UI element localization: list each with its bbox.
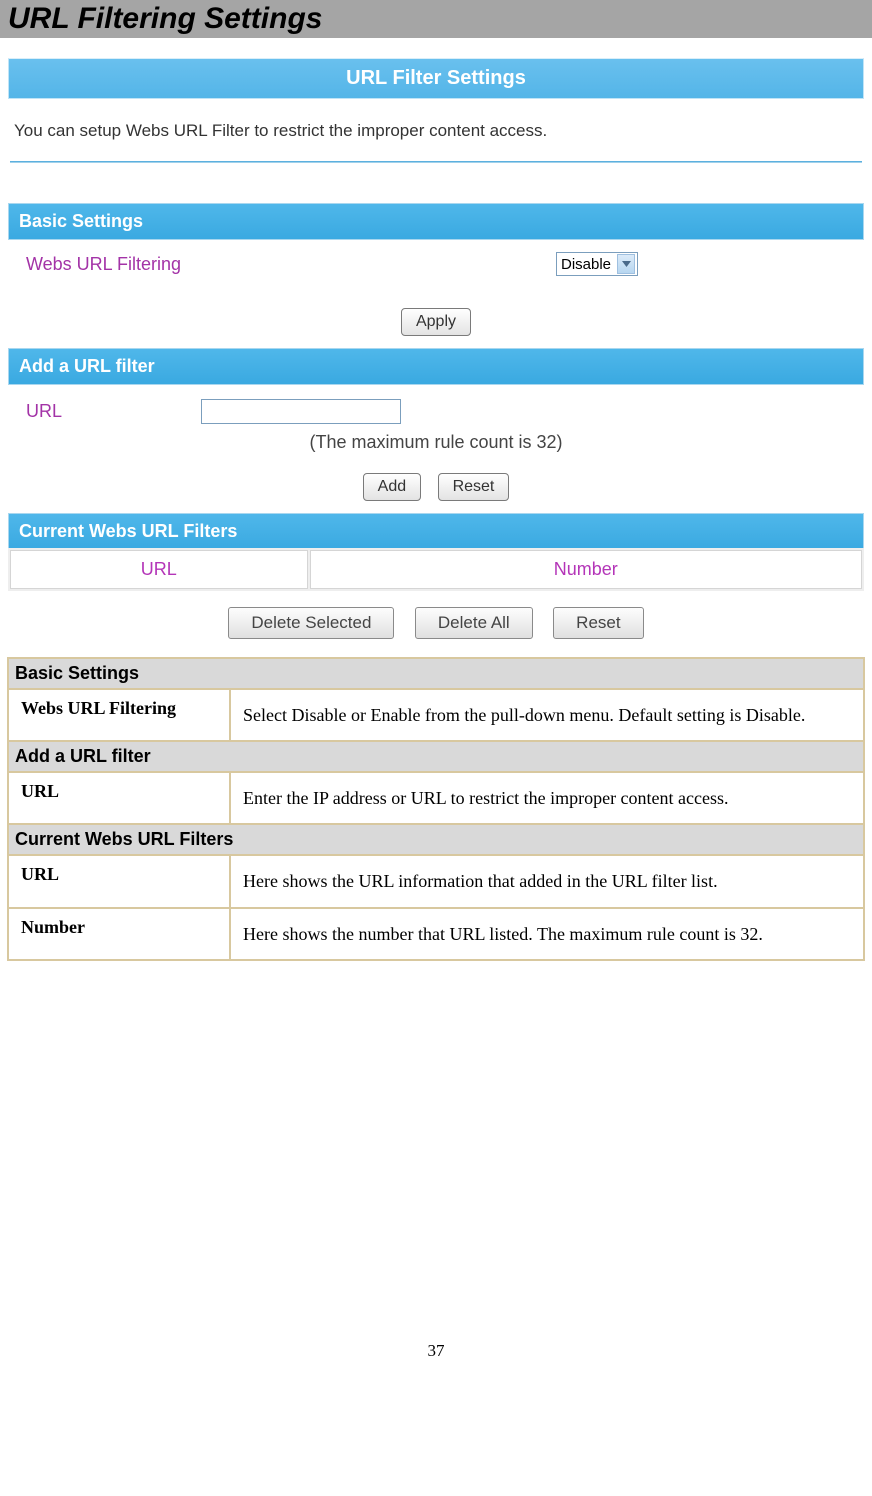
reset-button-bottom[interactable]: Reset [553,607,643,639]
url-input[interactable] [201,399,401,424]
row-url-input: URL [8,385,864,428]
desc-text-current-url: Here shows the URL information that adde… [231,856,863,906]
chevron-down-icon [617,254,635,274]
section-basic-settings: Basic Settings [8,203,864,240]
apply-button[interactable]: Apply [401,308,471,336]
row-webs-url-filtering: Webs URL Filtering Disable [8,240,864,288]
reset-button[interactable]: Reset [438,473,510,501]
desc-header-add-filter: Add a URL filter [9,742,863,771]
add-button[interactable]: Add [363,473,421,501]
banner-url-filter-settings: URL Filter Settings [8,58,864,99]
add-reset-row: Add Reset [8,473,864,501]
desc-label-current-url: URL [9,856,229,906]
label-webs-url-filtering: Webs URL Filtering [26,254,556,275]
column-number: Number [310,550,863,589]
description-table: Basic Settings Webs URL Filtering Select… [7,657,865,961]
desc-text-webs-filtering: Select Disable or Enable from the pull-d… [231,690,863,740]
current-filters-table: URL Number [8,548,864,591]
max-rule-note: (The maximum rule count is 32) [8,432,864,453]
desc-label-url: URL [9,773,229,823]
dropdown-value: Disable [561,256,611,273]
delete-all-button[interactable]: Delete All [415,607,533,639]
description-text: You can setup Webs URL Filter to restric… [14,121,858,141]
page-title: URL Filtering Settings [8,2,872,36]
desc-text-number: Here shows the number that URL listed. T… [231,909,863,959]
desc-header-current: Current Webs URL Filters [9,825,863,854]
section-add-url-filter: Add a URL filter [8,348,864,385]
settings-screenshot: URL Filter Settings You can setup Webs U… [8,58,864,639]
divider [10,161,862,163]
desc-label-number: Number [9,909,229,959]
section-current-filters: Current Webs URL Filters [8,513,864,550]
column-url: URL [10,550,308,589]
desc-header-basic: Basic Settings [9,659,863,688]
apply-button-row: Apply [8,308,864,336]
page-title-bar: URL Filtering Settings [0,0,872,38]
bottom-buttons: Delete Selected Delete All Reset [8,607,864,639]
delete-selected-button[interactable]: Delete Selected [228,607,394,639]
page-number: 37 [0,1341,872,1381]
label-url: URL [26,401,201,422]
desc-label-webs-filtering: Webs URL Filtering [9,690,229,740]
dropdown-webs-url-filtering[interactable]: Disable [556,252,638,276]
desc-text-url: Enter the IP address or URL to restrict … [231,773,863,823]
